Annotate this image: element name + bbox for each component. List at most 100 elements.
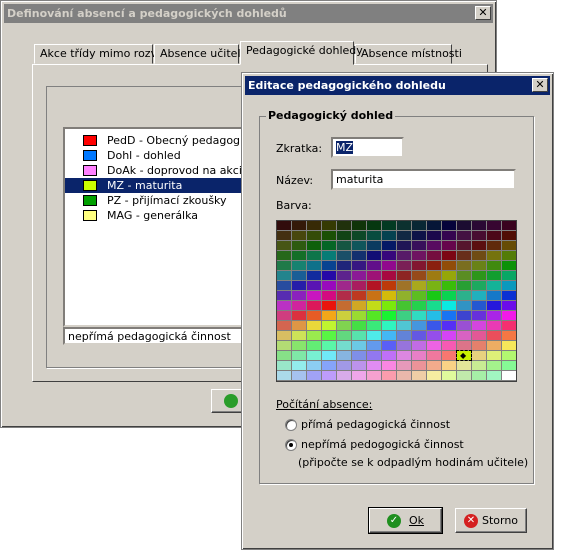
color-swatch[interactable]: [487, 311, 501, 320]
color-swatch[interactable]: [277, 231, 291, 240]
color-swatch[interactable]: [472, 291, 486, 300]
color-swatch[interactable]: [307, 301, 321, 310]
radio-direct-label[interactable]: přímá pedagogická činnost: [301, 418, 450, 431]
color-swatch[interactable]: [337, 341, 351, 350]
color-swatch[interactable]: [397, 371, 411, 380]
color-swatch[interactable]: [487, 221, 501, 230]
color-swatch[interactable]: [307, 271, 321, 280]
color-swatch[interactable]: [412, 301, 426, 310]
color-swatch[interactable]: [382, 241, 396, 250]
color-swatch[interactable]: ◆: [456, 350, 472, 361]
color-swatch[interactable]: [292, 281, 306, 290]
color-swatch[interactable]: [397, 361, 411, 370]
color-swatch[interactable]: [457, 321, 471, 330]
color-swatch[interactable]: [292, 341, 306, 350]
color-swatch[interactable]: [442, 291, 456, 300]
color-swatch[interactable]: [457, 281, 471, 290]
color-swatch[interactable]: [487, 271, 501, 280]
color-swatch[interactable]: [427, 351, 441, 360]
color-swatch[interactable]: [307, 371, 321, 380]
color-swatch[interactable]: [502, 231, 516, 240]
color-swatch[interactable]: [322, 291, 336, 300]
color-swatch[interactable]: [352, 281, 366, 290]
color-swatch[interactable]: [442, 331, 456, 340]
dialog-close-button[interactable]: ✕: [532, 78, 548, 92]
color-swatch[interactable]: [442, 301, 456, 310]
color-swatch[interactable]: [352, 351, 366, 360]
color-swatch[interactable]: [487, 321, 501, 330]
main-window-titlebar[interactable]: Definování absencí a pedagogických dohle…: [4, 4, 493, 23]
color-swatch[interactable]: [307, 341, 321, 350]
color-swatch[interactable]: [382, 311, 396, 320]
color-swatch[interactable]: [322, 361, 336, 370]
color-swatch[interactable]: [337, 261, 351, 270]
color-swatch[interactable]: [427, 261, 441, 270]
color-swatch[interactable]: [352, 361, 366, 370]
color-swatch[interactable]: [337, 221, 351, 230]
color-swatch[interactable]: [367, 361, 381, 370]
color-swatch[interactable]: [502, 301, 516, 310]
color-swatch[interactable]: [277, 271, 291, 280]
color-swatch[interactable]: [367, 221, 381, 230]
color-swatch[interactable]: [292, 361, 306, 370]
cancel-button[interactable]: ✕ Storno: [455, 508, 527, 533]
color-swatch[interactable]: [472, 331, 486, 340]
color-swatch[interactable]: [367, 301, 381, 310]
color-swatch[interactable]: [457, 221, 471, 230]
color-swatch[interactable]: [427, 241, 441, 250]
color-swatch[interactable]: [412, 241, 426, 250]
color-swatch[interactable]: [292, 271, 306, 280]
color-swatch[interactable]: [277, 371, 291, 380]
color-swatch[interactable]: [292, 261, 306, 270]
color-swatch[interactable]: [412, 281, 426, 290]
color-swatch[interactable]: [292, 291, 306, 300]
color-swatch[interactable]: [352, 241, 366, 250]
color-swatch[interactable]: [487, 291, 501, 300]
color-swatch[interactable]: [367, 241, 381, 250]
color-swatch[interactable]: [397, 241, 411, 250]
color-swatch[interactable]: [472, 341, 486, 350]
color-swatch[interactable]: [292, 311, 306, 320]
color-swatch[interactable]: [472, 271, 486, 280]
color-swatch[interactable]: [487, 231, 501, 240]
color-swatch[interactable]: [337, 231, 351, 240]
color-swatch[interactable]: [412, 341, 426, 350]
color-swatch[interactable]: [277, 301, 291, 310]
color-swatch[interactable]: [397, 301, 411, 310]
color-swatch[interactable]: [352, 231, 366, 240]
color-swatch[interactable]: [277, 341, 291, 350]
color-swatch[interactable]: [412, 291, 426, 300]
color-swatch[interactable]: [367, 251, 381, 260]
color-swatch[interactable]: [277, 241, 291, 250]
color-swatch[interactable]: [352, 321, 366, 330]
color-swatch[interactable]: [277, 311, 291, 320]
color-swatch[interactable]: [397, 331, 411, 340]
color-swatch[interactable]: [472, 301, 486, 310]
color-swatch[interactable]: [307, 331, 321, 340]
list-item[interactable]: PedD - Obecný pedagogický: [65, 133, 262, 148]
color-swatch[interactable]: [292, 331, 306, 340]
color-swatch[interactable]: [457, 301, 471, 310]
radio-indirect-label[interactable]: nepřímá pedogogická činnost: [301, 438, 464, 451]
color-swatch[interactable]: [412, 221, 426, 230]
color-swatch[interactable]: [367, 321, 381, 330]
color-swatch[interactable]: [337, 361, 351, 370]
color-swatch[interactable]: [352, 331, 366, 340]
color-swatch[interactable]: [472, 351, 486, 360]
color-swatch[interactable]: [307, 291, 321, 300]
color-swatch[interactable]: [322, 351, 336, 360]
color-swatch[interactable]: [307, 221, 321, 230]
color-swatch[interactable]: [487, 281, 501, 290]
color-swatch[interactable]: [442, 371, 456, 380]
color-swatch[interactable]: [412, 251, 426, 260]
color-swatch[interactable]: [292, 241, 306, 250]
color-swatch[interactable]: [472, 261, 486, 270]
color-swatch[interactable]: [382, 341, 396, 350]
color-swatch[interactable]: [487, 361, 501, 370]
color-swatch[interactable]: [322, 231, 336, 240]
color-swatch[interactable]: [502, 291, 516, 300]
color-swatch[interactable]: [487, 301, 501, 310]
color-swatch[interactable]: [427, 281, 441, 290]
color-swatch[interactable]: [502, 331, 516, 340]
color-swatch[interactable]: [307, 261, 321, 270]
